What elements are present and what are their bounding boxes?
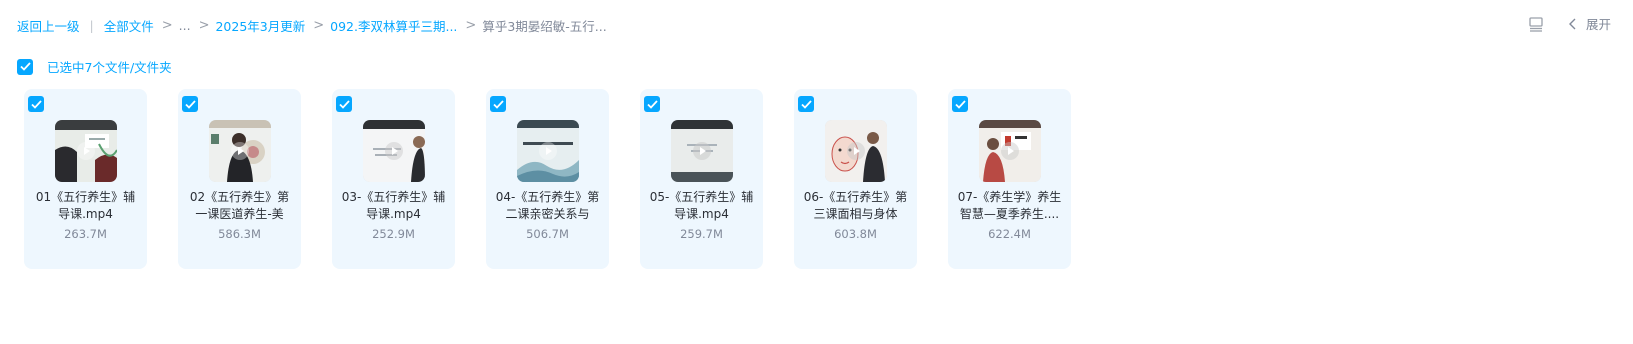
video-thumbnail: [979, 120, 1041, 182]
file-name: 07-《养生学》养生智慧—夏季养生....: [957, 190, 1062, 221]
selection-count: 已选中7个文件/文件夹: [47, 60, 172, 75]
video-thumbnail: [517, 120, 579, 182]
file-size: 259.7M: [680, 227, 723, 241]
file-size: 252.9M: [372, 227, 415, 241]
file-card[interactable]: 06-《五行养生》第三课面相与身体 603.8M: [794, 89, 917, 269]
list-view-icon[interactable]: [1528, 16, 1544, 32]
breadcrumb-level2[interactable]: 092.李双林算乎三期...: [330, 16, 457, 35]
file-card[interactable]: 07-《养生学》养生智慧—夏季养生.... 622.4M: [948, 89, 1071, 269]
file-checkbox[interactable]: [182, 96, 198, 112]
chevron-right-icon: >: [313, 18, 325, 33]
file-checkbox[interactable]: [28, 96, 44, 112]
file-card[interactable]: 05-《五行养生》辅导课.mp4 259.7M: [640, 89, 763, 269]
select-all-checkbox[interactable]: [17, 58, 33, 75]
file-name: 06-《五行养生》第三课面相与身体: [803, 190, 908, 221]
breadcrumb-current: 算乎3期晏绍敏-五行...: [482, 19, 607, 34]
file-checkbox[interactable]: [644, 96, 660, 112]
file-name: 04-《五行养生》第二课亲密关系与: [495, 190, 600, 221]
file-size: 622.4M: [988, 227, 1031, 241]
file-name: 01《五行养生》辅导课.mp4: [35, 190, 136, 221]
breadcrumb-ellipsis[interactable]: ...: [179, 18, 191, 33]
chevron-right-icon: >: [198, 18, 210, 33]
file-name: 05-《五行养生》辅导课.mp4: [649, 190, 754, 221]
file-name: 02《五行养生》第一课医道养生-美: [189, 190, 290, 221]
check-icon: [30, 99, 42, 109]
play-icon: [693, 142, 711, 160]
file-checkbox[interactable]: [490, 96, 506, 112]
check-icon: [646, 99, 658, 109]
video-thumbnail: [671, 120, 733, 182]
back-link[interactable]: 返回上一级: [17, 16, 80, 35]
play-icon: [1001, 142, 1019, 160]
play-icon: [385, 142, 403, 160]
file-name: 03-《五行养生》辅导课.mp4: [341, 190, 446, 221]
top-right-controls: 展开: [1528, 14, 1611, 33]
breadcrumb-level1[interactable]: 2025年3月更新: [215, 16, 305, 35]
check-icon: [338, 99, 350, 109]
file-grid: 01《五行养生》辅导课.mp4 263.7M 02《五行养生》第一课医道养生-美…: [24, 89, 1102, 269]
file-checkbox[interactable]: [336, 96, 352, 112]
file-size: 586.3M: [218, 227, 261, 241]
play-icon: [231, 142, 249, 160]
check-icon: [184, 99, 196, 109]
check-icon: [954, 99, 966, 109]
check-icon: [800, 99, 812, 109]
file-card[interactable]: 04-《五行养生》第二课亲密关系与 506.7M: [486, 89, 609, 269]
top-bar: 返回上一级 | 全部文件 > ... > 2025年3月更新 > 092.李双林…: [0, 0, 1633, 48]
file-checkbox[interactable]: [798, 96, 814, 112]
chevron-right-icon: >: [465, 18, 477, 33]
breadcrumb: 返回上一级 | 全部文件 > ... > 2025年3月更新 > 092.李双林…: [17, 16, 607, 35]
file-checkbox[interactable]: [952, 96, 968, 112]
check-icon: [492, 99, 504, 109]
video-thumbnail: [825, 120, 887, 182]
check-icon: [19, 62, 31, 71]
breadcrumb-divider: |: [89, 18, 94, 33]
file-card[interactable]: 03-《五行养生》辅导课.mp4 252.9M: [332, 89, 455, 269]
video-thumbnail: [209, 120, 271, 182]
file-card[interactable]: 01《五行养生》辅导课.mp4 263.7M: [24, 89, 147, 269]
chevron-right-icon: >: [161, 18, 173, 33]
file-size: 506.7M: [526, 227, 569, 241]
play-icon: [539, 142, 557, 160]
file-size: 603.8M: [834, 227, 877, 241]
breadcrumb-all-files[interactable]: 全部文件: [104, 16, 154, 35]
expand-label: 展开: [1585, 17, 1611, 32]
play-icon: [77, 142, 95, 160]
chevron-left-icon: [1568, 18, 1576, 29]
file-card[interactable]: 02《五行养生》第一课医道养生-美 586.3M: [178, 89, 301, 269]
video-thumbnail: [55, 120, 117, 182]
expand-button[interactable]: 展开: [1568, 14, 1611, 33]
selection-bar: 已选中7个文件/文件夹: [17, 57, 172, 76]
play-icon: [847, 142, 865, 160]
video-thumbnail: [363, 120, 425, 182]
file-size: 263.7M: [64, 227, 107, 241]
